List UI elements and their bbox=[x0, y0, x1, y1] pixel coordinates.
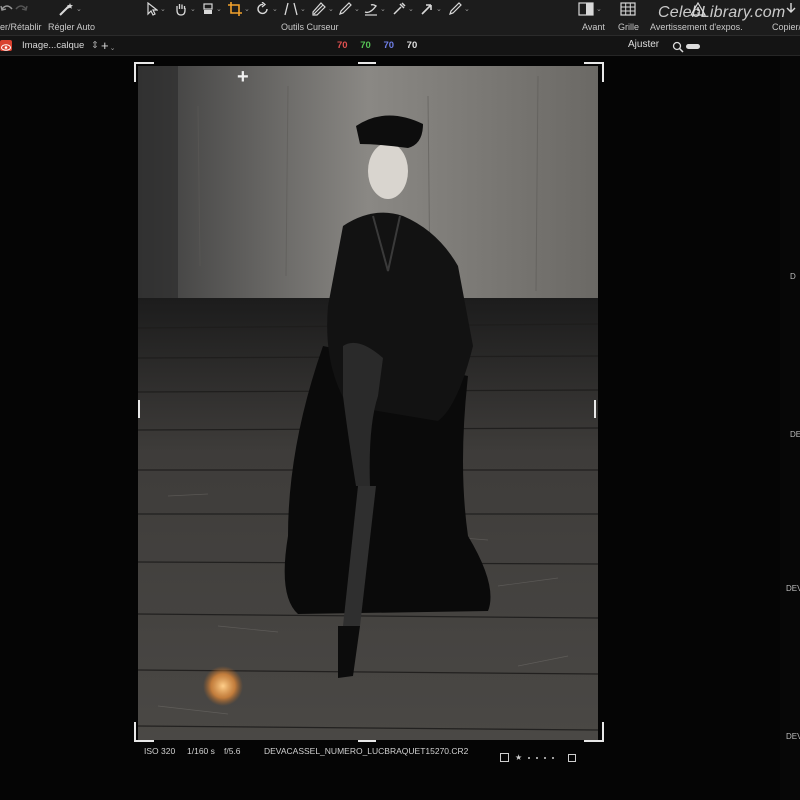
copy-icon[interactable] bbox=[784, 2, 798, 16]
eye-icon[interactable] bbox=[0, 40, 12, 51]
layer-bar: Image...calque ⇕ +⌄ 70 70 70 70 Ajuster bbox=[0, 36, 800, 56]
readout-red: 70 bbox=[337, 40, 348, 51]
zoom-slider[interactable] bbox=[686, 44, 700, 49]
readout-blue: 70 bbox=[383, 40, 395, 51]
thumbnail-label: DEVA bbox=[786, 584, 800, 593]
eyedropper-tool-icon[interactable]: ⌄ bbox=[392, 2, 414, 16]
photo-image bbox=[138, 66, 598, 740]
eyedropper-icon[interactable]: ⌄ bbox=[364, 2, 386, 16]
rating-dot[interactable] bbox=[552, 756, 555, 759]
pointer-icon[interactable]: ⌄ bbox=[146, 2, 166, 16]
crop-handle-top[interactable] bbox=[358, 62, 376, 64]
arrow-pick-icon[interactable]: ⌄ bbox=[420, 2, 442, 16]
readout-green: 70 bbox=[360, 40, 371, 51]
rating-dot[interactable] bbox=[528, 756, 531, 759]
pencil-icon[interactable]: ⌄ bbox=[448, 2, 470, 16]
grid-icon[interactable] bbox=[620, 2, 636, 16]
iso-value: ISO 320 bbox=[144, 746, 176, 756]
adjust-button[interactable]: Ajuster bbox=[628, 39, 659, 50]
rating-dot[interactable] bbox=[536, 756, 539, 759]
rating-bar[interactable]: ★ bbox=[500, 753, 577, 762]
aperture-value: f/5.6 bbox=[224, 746, 241, 756]
browser-panel: D DEV DEVA DEVA bbox=[780, 56, 800, 800]
thumbnail-label: DEVA bbox=[786, 732, 800, 741]
crop-corner-bottom-right[interactable] bbox=[584, 722, 604, 742]
color-readouts: 70 70 70 70 bbox=[337, 40, 427, 51]
crop-corner-top-left[interactable] bbox=[134, 62, 154, 82]
thumbnail-label: DEV bbox=[790, 430, 800, 439]
rotate-icon[interactable]: ⌄ bbox=[256, 2, 278, 16]
shutter-value: 1/160 s bbox=[187, 746, 215, 756]
readout-luma: 70 bbox=[406, 40, 418, 51]
crop-handle-left[interactable] bbox=[138, 400, 140, 418]
pen-icon[interactable]: ⌄ bbox=[338, 2, 360, 16]
layer-select[interactable]: Image...calque ⇕ bbox=[22, 40, 99, 51]
undo-redo-label: er/Rétablir bbox=[0, 22, 42, 32]
chevron-updown-icon: ⇕ bbox=[90, 40, 99, 51]
before-label: Avant bbox=[582, 22, 605, 32]
undo-icon[interactable] bbox=[0, 2, 14, 16]
exposure-warning-label: Avertissement d'expos. bbox=[650, 22, 743, 32]
crop-icon[interactable]: ⌄ bbox=[228, 2, 250, 16]
crop-handle-bottom[interactable] bbox=[358, 740, 376, 742]
color-tag-icon[interactable] bbox=[568, 753, 577, 762]
crosshair-icon: + bbox=[237, 66, 249, 88]
hand-icon[interactable]: ⌄ bbox=[174, 2, 196, 16]
erase-icon[interactable]: ⌄ bbox=[312, 2, 334, 16]
compare-icon[interactable]: ⌄ bbox=[578, 2, 602, 16]
auto-adjust-label: Régler Auto bbox=[48, 22, 96, 32]
star-icon[interactable]: ★ bbox=[515, 753, 522, 762]
image-viewer[interactable]: + bbox=[0, 56, 800, 800]
redo-icon[interactable] bbox=[14, 2, 28, 16]
brush-icon[interactable]: ⌄ bbox=[202, 2, 222, 16]
filename: DEVACASSEL_NUMERO_LUCBRAQUET15270.CR2 bbox=[264, 746, 469, 756]
thumbnail-label: D bbox=[790, 272, 796, 281]
cursor-tools-label: Outils Curseur bbox=[281, 22, 339, 32]
magic-wand-icon[interactable]: ⌄ bbox=[58, 2, 82, 16]
copy-label: Copier/ bbox=[772, 22, 800, 32]
grid-label: Grille bbox=[618, 22, 640, 32]
layer-select-value: Image...calque bbox=[22, 40, 85, 51]
photo-canvas[interactable] bbox=[138, 66, 598, 740]
add-layer-button[interactable]: +⌄ bbox=[101, 38, 115, 53]
crop-handle-right[interactable] bbox=[594, 400, 596, 418]
rating-dot[interactable] bbox=[544, 756, 547, 759]
adjust-label: Ajuster bbox=[628, 39, 660, 50]
crop-corner-bottom-left[interactable] bbox=[134, 722, 154, 742]
chevron-down-icon: ⌄ bbox=[109, 45, 116, 52]
perspective-icon[interactable]: ⌄ bbox=[284, 2, 306, 16]
crop-corner-top-right[interactable] bbox=[584, 62, 604, 82]
select-checkbox[interactable] bbox=[500, 753, 509, 762]
watermark-text: CelebLibrary.com bbox=[658, 4, 786, 21]
main-toolbar: er/Rétablir ⌄ Régler Auto ⌄ ⌄ ⌄ ⌄ ⌄ ⌄ ⌄ … bbox=[0, 0, 800, 36]
